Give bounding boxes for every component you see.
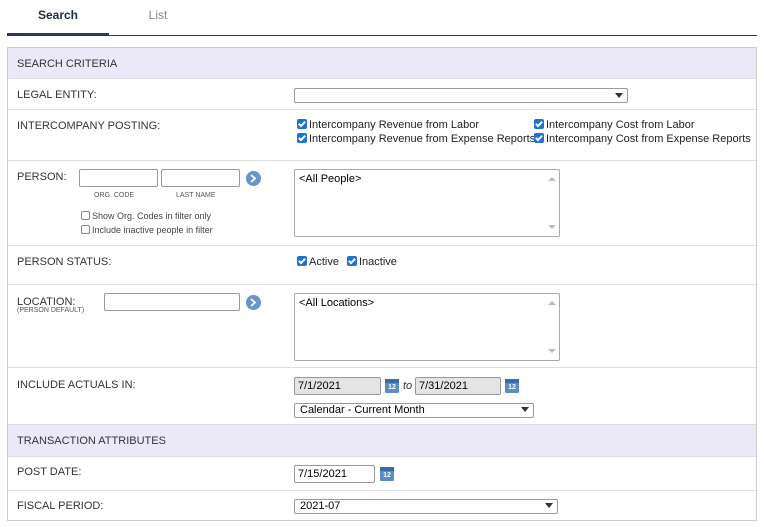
list-item[interactable]: <All Locations> bbox=[299, 297, 374, 309]
row-location: LOCATION: (PERSON DEFAULT) <All Location… bbox=[8, 285, 756, 368]
scroll-down-icon[interactable] bbox=[548, 349, 556, 353]
row-include-actuals: INCLUDE ACTUALS IN: 7/1/2021 12 to 7/31/… bbox=[8, 368, 756, 425]
row-fiscal-period: FISCAL PERIOD: 2021-07 bbox=[8, 491, 756, 520]
legal-entity-label: LEGAL ENTITY: bbox=[17, 89, 97, 101]
actuals-to-date[interactable]: 7/31/2021 bbox=[415, 377, 501, 395]
checkbox-label: Intercompany Revenue from Expense Report… bbox=[309, 133, 536, 145]
calendar-icon[interactable]: 12 bbox=[380, 467, 394, 481]
section-search-criteria: SEARCH CRITERIA bbox=[8, 48, 756, 79]
checkbox-checked-icon bbox=[297, 119, 307, 129]
post-date-label: POST DATE: bbox=[17, 466, 82, 478]
location-listbox[interactable]: <All Locations> bbox=[294, 293, 560, 361]
scroll-down-icon[interactable] bbox=[548, 225, 556, 229]
person-go-button[interactable] bbox=[246, 171, 261, 186]
org-code-caption: ORG. CODE bbox=[94, 192, 135, 199]
checkbox-ic-revenue-expense[interactable]: Intercompany Revenue from Expense Report… bbox=[297, 133, 535, 145]
checkbox-unchecked-icon bbox=[81, 225, 90, 234]
checkbox-label: Active bbox=[309, 256, 339, 268]
checkbox-unchecked-icon bbox=[81, 211, 90, 220]
scroll-up-icon[interactable] bbox=[548, 301, 556, 305]
actuals-label: INCLUDE ACTUALS IN: bbox=[17, 379, 136, 391]
arrow-right-icon bbox=[250, 174, 257, 183]
section-title: SEARCH CRITERIA bbox=[17, 58, 118, 70]
to-label: to bbox=[403, 380, 413, 392]
checkbox-ic-cost-expense[interactable]: Intercompany Cost from Expense Reports bbox=[534, 133, 751, 145]
checkbox-checked-icon bbox=[297, 256, 307, 266]
checkbox-active[interactable]: Active bbox=[297, 256, 339, 268]
section-title: TRANSACTION ATTRIBUTES bbox=[17, 435, 166, 447]
location-go-button[interactable] bbox=[246, 295, 261, 310]
checkbox-checked-icon bbox=[534, 119, 544, 129]
post-date-input[interactable]: 7/15/2021 bbox=[294, 465, 375, 483]
checkbox-include-inactive[interactable]: Include inactive people in filter bbox=[81, 225, 213, 235]
actuals-period-value: Calendar - Current Month bbox=[300, 404, 425, 416]
location-input[interactable] bbox=[104, 293, 240, 311]
chevron-down-icon bbox=[615, 93, 623, 98]
list-item[interactable]: <All People> bbox=[299, 173, 361, 185]
last-name-input[interactable] bbox=[161, 169, 240, 187]
last-name-caption: LAST NAME bbox=[176, 192, 216, 199]
row-person: PERSON: ORG. CODE LAST NAME Show Org. Co… bbox=[8, 161, 756, 246]
scrollbar[interactable] bbox=[545, 170, 559, 236]
row-intercompany-posting: INTERCOMPANY POSTING: Intercompany Reven… bbox=[8, 110, 756, 161]
tab-search[interactable]: Search bbox=[7, 8, 109, 36]
person-listbox[interactable]: <All People> bbox=[294, 169, 560, 237]
checkbox-checked-icon bbox=[534, 133, 544, 143]
intercompany-label: INTERCOMPANY POSTING: bbox=[17, 120, 161, 132]
scrollbar[interactable] bbox=[545, 294, 559, 360]
calendar-icon[interactable]: 12 bbox=[385, 379, 399, 393]
checkbox-label: Inactive bbox=[359, 256, 397, 268]
row-legal-entity: LEGAL ENTITY: bbox=[8, 79, 756, 110]
row-post-date: POST DATE: 7/15/2021 12 bbox=[8, 457, 756, 491]
fiscal-period-select[interactable]: 2021-07 bbox=[294, 499, 558, 514]
checkbox-label: Intercompany Cost from Labor bbox=[546, 119, 695, 131]
checkbox-inactive[interactable]: Inactive bbox=[347, 256, 397, 268]
tab-bar: Search List bbox=[7, 0, 757, 36]
search-panel: SEARCH CRITERIA LEGAL ENTITY: INTERCOMPA… bbox=[7, 47, 757, 521]
calendar-icon[interactable]: 12 bbox=[505, 379, 519, 393]
scroll-up-icon[interactable] bbox=[548, 177, 556, 181]
fiscal-period-label: FISCAL PERIOD: bbox=[17, 500, 104, 512]
checkbox-checked-icon bbox=[297, 133, 307, 143]
checkbox-label: Intercompany Revenue from Labor bbox=[309, 119, 479, 131]
org-code-input[interactable] bbox=[79, 169, 158, 187]
person-label: PERSON: bbox=[17, 171, 67, 183]
location-sublabel: (PERSON DEFAULT) bbox=[17, 307, 85, 314]
checkbox-label: Intercompany Cost from Expense Reports bbox=[546, 133, 751, 145]
actuals-from-date[interactable]: 7/1/2021 bbox=[294, 377, 381, 395]
person-status-label: PERSON STATUS: bbox=[17, 256, 112, 268]
checkbox-ic-cost-labor[interactable]: Intercompany Cost from Labor bbox=[534, 119, 695, 131]
checkbox-label: Include inactive people in filter bbox=[92, 225, 213, 235]
checkbox-ic-revenue-labor[interactable]: Intercompany Revenue from Labor bbox=[297, 119, 479, 131]
checkbox-label: Show Org. Codes in filter only bbox=[92, 211, 212, 221]
legal-entity-select[interactable] bbox=[294, 88, 628, 103]
fiscal-period-value: 2021-07 bbox=[300, 500, 341, 512]
actuals-period-select[interactable]: Calendar - Current Month bbox=[294, 403, 534, 418]
tab-list[interactable]: List bbox=[109, 8, 207, 36]
row-person-status: PERSON STATUS: Active Inactive bbox=[8, 246, 756, 285]
chevron-down-icon bbox=[521, 407, 529, 412]
checkbox-checked-icon bbox=[347, 256, 357, 266]
arrow-right-icon bbox=[250, 298, 257, 307]
chevron-down-icon bbox=[545, 503, 553, 508]
checkbox-show-org-codes[interactable]: Show Org. Codes in filter only bbox=[81, 211, 211, 221]
section-transaction-attributes: TRANSACTION ATTRIBUTES bbox=[8, 425, 756, 457]
